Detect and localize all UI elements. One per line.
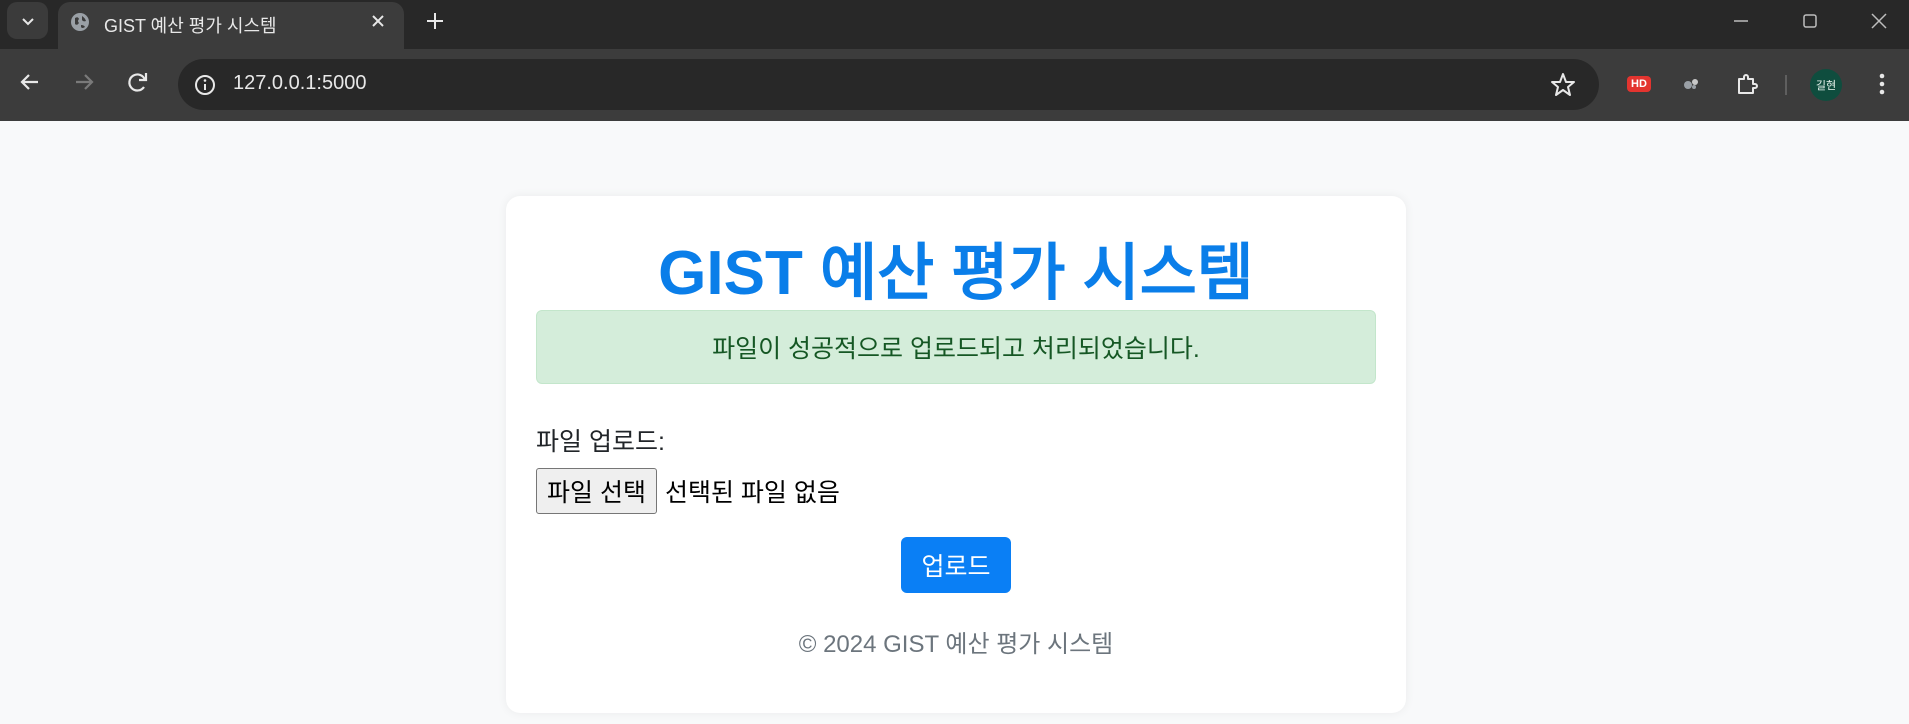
minimize-icon[interactable] [1730,10,1752,32]
chevron-down-icon [21,17,34,25]
site-info-icon[interactable] [192,72,218,98]
new-tab-icon[interactable] [422,8,448,34]
address-bar[interactable]: 127.0.0.1:5000 [178,59,1599,110]
window-close-icon[interactable] [1868,10,1890,32]
back-arrow-icon[interactable] [16,68,44,96]
forward-arrow-icon[interactable] [70,68,98,96]
browser-tab[interactable]: GIST 예산 평가 시스템 [58,2,404,49]
maximize-icon[interactable] [1799,10,1821,32]
puzzle-icon[interactable] [1734,71,1760,97]
choose-file-button[interactable]: 파일 선택 [536,468,657,514]
close-icon[interactable] [368,11,388,31]
upload-submit-button[interactable]: 업로드 [901,537,1011,593]
toolbar-divider [1785,75,1787,95]
file-upload-label: 파일 업로드: [536,428,665,456]
tab-title: GIST 예산 평가 시스템 [104,16,277,36]
alert-message: 파일이 성공적으로 업로드되고 처리되었습니다. [712,335,1200,363]
page-title: GIST 예산 평가 시스템 [658,239,1254,308]
tab-search-button[interactable] [7,2,48,39]
bookmark-star-icon[interactable] [1549,71,1577,99]
upload-card: GIST 예산 평가 시스템 파일이 성공적으로 업로드되고 처리되었습니다. … [506,196,1406,713]
file-status-text: 선택된 파일 없음 [664,479,840,507]
profile-avatar[interactable]: 길현 [1810,69,1842,101]
success-alert: 파일이 성공적으로 업로드되고 처리되었습니다. [536,310,1376,384]
extension-icon[interactable] [1678,71,1704,97]
more-options-icon[interactable] [1870,69,1894,99]
globe-icon [71,13,89,31]
browser-toolbar: 127.0.0.1:5000 HD 길현 [0,49,1909,121]
hd-extension-badge[interactable]: HD [1627,76,1651,92]
browser-titlebar: GIST 예산 평가 시스템 [0,0,1909,49]
reload-icon[interactable] [124,68,152,96]
file-input: 파일 선택 선택된 파일 없음 [536,468,840,514]
footer-copyright: © 2024 GIST 예산 평가 시스템 [798,631,1114,658]
url-text: 127.0.0.1:5000 [233,72,367,94]
